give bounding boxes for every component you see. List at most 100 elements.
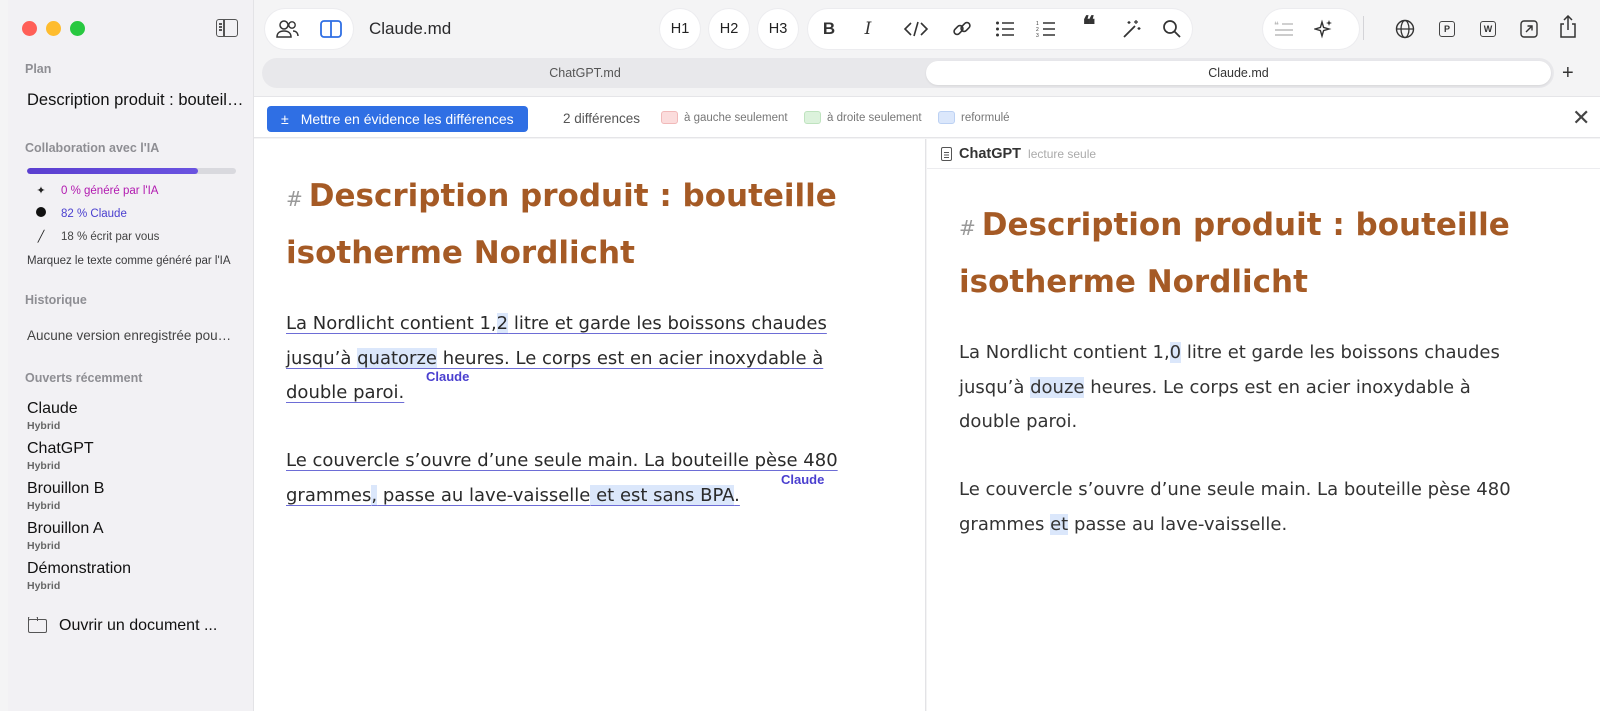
recent-item[interactable]: Brouillon B Hybrid	[27, 480, 104, 512]
text: grammes	[286, 484, 372, 506]
search-button[interactable]	[1162, 19, 1182, 39]
share-button[interactable]	[1558, 15, 1578, 38]
left-editor-pane[interactable]: # Description produit : bouteille isother…	[254, 139, 926, 711]
recent-item-name: Claude	[27, 400, 78, 417]
magic-wand-icon	[1123, 20, 1141, 38]
text: jusqu’à	[286, 347, 358, 369]
text: passe au lave-vaisselle.	[1068, 513, 1288, 535]
legend-right-only: à droite seulement	[804, 111, 922, 124]
right-heading: # Description produit : bouteille isother…	[959, 198, 1510, 309]
folder-icon	[28, 617, 47, 633]
split-view-button[interactable]	[309, 20, 353, 38]
code-button[interactable]	[903, 19, 929, 39]
legend-reformulated-label: reformulé	[961, 111, 1010, 124]
pencil-icon: ╱	[37, 231, 45, 243]
right-only-swatch	[804, 111, 821, 124]
legend-right-only-label: à droite seulement	[827, 111, 922, 124]
mark-ai-text-link[interactable]: Marquez le texte comme généré par l'IA	[27, 255, 239, 267]
recent-item[interactable]: Claude Hybrid	[27, 400, 78, 432]
claude-dot-icon	[35, 207, 47, 220]
bold-button[interactable]: B	[819, 19, 839, 39]
readonly-header: ChatGPT lecture seule	[927, 139, 1600, 169]
tab-chatgpt[interactable]: ChatGPT.md	[265, 61, 905, 85]
history-section-title: Historique	[25, 293, 87, 307]
sidebar-toggle-icon[interactable]	[216, 19, 238, 37]
right-readonly-pane: ChatGPT lecture seule # Description produ…	[927, 139, 1600, 711]
recent-item-sub: Hybrid	[27, 460, 61, 472]
text: litre et garde les boissons chaudes	[508, 313, 827, 334]
tab-claude[interactable]: Claude.md	[926, 61, 1551, 85]
h3-button[interactable]: H3	[758, 9, 798, 49]
heading-line1: Description produit : bouteille	[981, 207, 1510, 243]
quote-disabled-button[interactable]: ❝	[1274, 19, 1294, 39]
heading-line2: isotherme Nordlicht	[959, 264, 1308, 300]
stat-claude-label: 82 % Claude	[61, 207, 127, 220]
diff-highlight: et est sans BPA	[590, 484, 735, 506]
tab-bar: ChatGPT.md Claude.md	[262, 58, 1554, 88]
text: .	[734, 484, 740, 506]
heading-hash: #	[286, 187, 303, 211]
recent-item-name: Démonstration	[27, 560, 132, 577]
zoom-window-button[interactable]	[70, 21, 85, 36]
numbered-list-icon: 123	[1036, 21, 1055, 38]
collaborators-button[interactable]	[265, 19, 309, 39]
legend-reformulated: reformulé	[938, 111, 1010, 124]
recent-item[interactable]: Brouillon A Hybrid	[27, 520, 104, 552]
numbered-list-button[interactable]: 123	[1036, 19, 1056, 39]
readonly-doc-name: ChatGPT	[959, 145, 1022, 162]
text: Le couvercle s’ouvre d’une seule main. L…	[286, 450, 838, 471]
link-icon	[953, 21, 971, 36]
left-paragraph-1[interactable]: La Nordlicht contient 1,2 litre et garde…	[286, 307, 827, 411]
diff-highlight: douze	[1030, 376, 1085, 398]
h1-button[interactable]: H1	[660, 9, 700, 49]
link-button[interactable]	[952, 19, 972, 39]
diff-bar: ± Mettre en évidence les différences 2 d…	[254, 96, 1600, 138]
export-pdf-button[interactable]: P	[1437, 19, 1457, 39]
stat-ai: ✦ 0 % généré par l'IA	[35, 184, 158, 198]
diff-highlight: 0	[1169, 342, 1182, 363]
text: double paroi.	[959, 411, 1078, 432]
reformulated-swatch	[938, 111, 955, 124]
pdf-icon: P	[1439, 21, 1455, 37]
sparkles-icon	[1314, 19, 1332, 39]
no-version-text: Aucune version enregistrée pour ce docum…	[27, 328, 232, 343]
recent-item-sub: Hybrid	[27, 420, 61, 432]
sparkle-icon: ✦	[36, 185, 46, 197]
legend-left-only: à gauche seulement	[661, 111, 788, 124]
recent-item[interactable]: Démonstration Hybrid	[27, 560, 131, 592]
close-window-button[interactable]	[22, 21, 37, 36]
web-button[interactable]	[1395, 19, 1415, 39]
quote-lines-icon: ❝	[1274, 20, 1293, 36]
claude-author-tag: Claude	[781, 472, 825, 487]
text: La Nordlicht contient 1,	[959, 342, 1170, 363]
recent-section-title: Ouverts récemment	[25, 371, 143, 385]
left-paragraph-2[interactable]: Le couvercle s’ouvre d’une seule main. L…	[286, 444, 838, 513]
open-external-button[interactable]	[1519, 19, 1539, 39]
magic-wand-button[interactable]	[1121, 19, 1141, 39]
text: double paroi.	[286, 382, 405, 403]
add-tab-button[interactable]: +	[1562, 62, 1574, 85]
toolbar-separator	[1363, 16, 1364, 40]
text: grammes	[959, 513, 1051, 535]
left-heading[interactable]: # Description produit : bouteille isother…	[286, 169, 837, 280]
recent-item-name: Brouillon B	[27, 480, 105, 497]
diff-highlight: quatorze	[357, 347, 437, 369]
minimize-window-button[interactable]	[46, 21, 61, 36]
stat-you: ╱ 18 % écrit par vous	[35, 230, 160, 244]
quote-button[interactable]: ❝	[1079, 12, 1099, 39]
close-diff-button[interactable]: ✕	[1572, 105, 1590, 131]
h2-button[interactable]: H2	[709, 9, 749, 49]
plus-minus-icon: ±	[281, 111, 289, 127]
bullet-list-button[interactable]	[995, 19, 1015, 39]
plan-item[interactable]: Description produit : bouteille isotherm…	[27, 91, 247, 110]
export-word-button[interactable]: W	[1478, 19, 1498, 39]
ai-sparkle-button[interactable]	[1314, 19, 1334, 39]
quote-icon: ❝	[1082, 11, 1096, 39]
open-document-button[interactable]: Ouvrir un document ...	[28, 617, 243, 635]
italic-button[interactable]: I	[858, 19, 878, 39]
recent-item[interactable]: ChatGPT Hybrid	[27, 440, 94, 472]
text: litre et garde les boissons chaudes	[1181, 342, 1500, 363]
word-icon: W	[1480, 21, 1496, 37]
svg-text:3: 3	[1036, 33, 1039, 38]
highlight-differences-button[interactable]: ± Mettre en évidence les différences	[267, 106, 528, 132]
